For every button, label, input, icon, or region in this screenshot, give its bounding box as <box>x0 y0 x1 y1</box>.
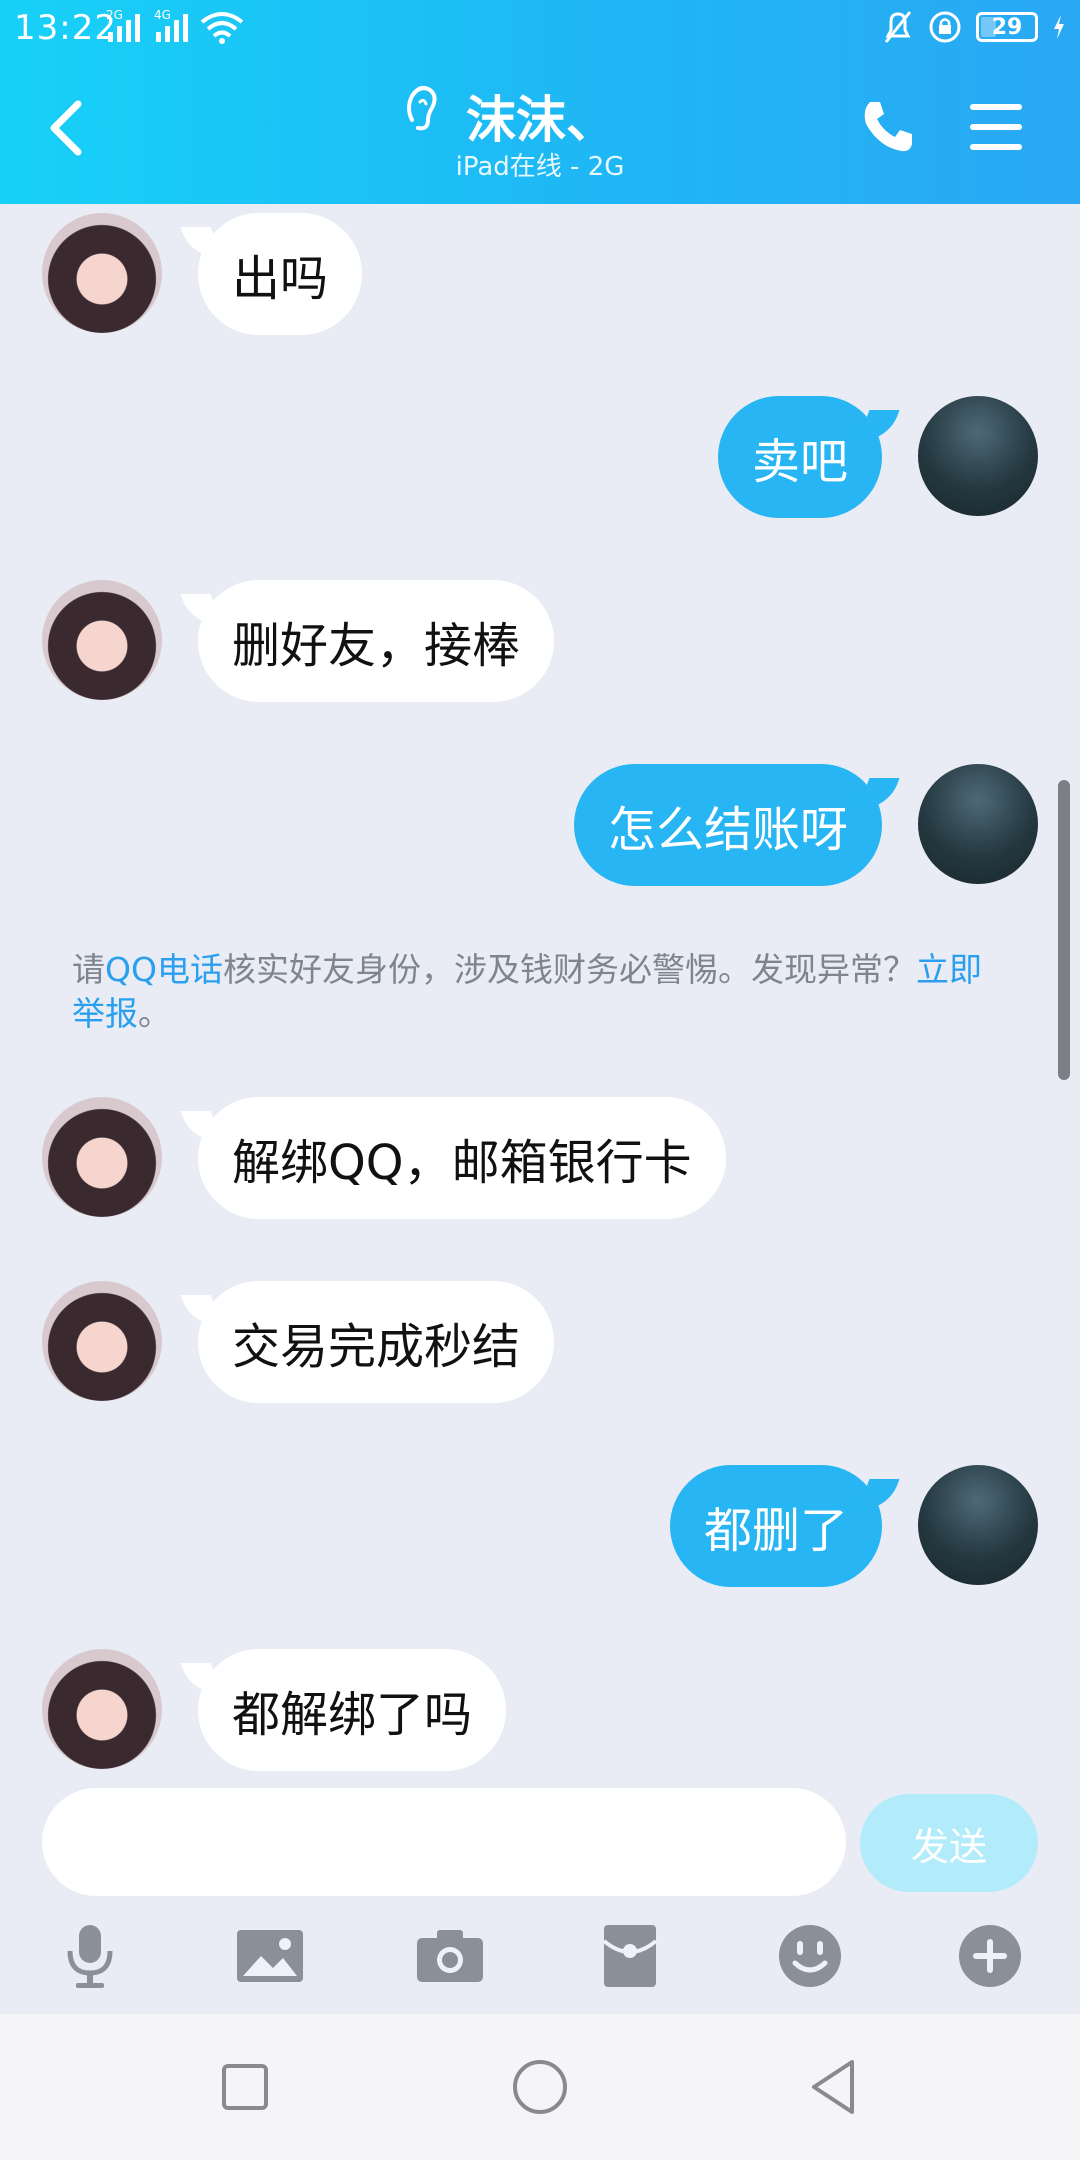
contact-avatar[interactable] <box>42 580 162 700</box>
contact-avatar[interactable] <box>42 1281 162 1401</box>
outgoing-message[interactable]: 怎么结账呀 <box>573 764 882 886</box>
message-list[interactable]: 出吗 卖吧 删好友，接棒 怎么结账呀 请QQ电话核实好友身份，涉及钱财务必警惕。… <box>0 204 1080 1774</box>
red-packet-icon[interactable] <box>590 1916 670 1996</box>
contact-name[interactable]: 沫沫、 <box>466 80 616 152</box>
microphone-icon[interactable] <box>50 1916 130 1996</box>
charging-icon <box>1054 15 1064 39</box>
camera-icon[interactable] <box>410 1916 490 1996</box>
scrollbar[interactable] <box>1058 780 1070 1080</box>
my-avatar[interactable] <box>918 396 1038 516</box>
home-button[interactable] <box>505 2052 575 2122</box>
emoji-icon[interactable] <box>770 1916 850 1996</box>
incoming-message[interactable]: 出吗 <box>198 213 363 335</box>
menu-button[interactable] <box>966 100 1026 154</box>
wifi-icon <box>200 12 244 44</box>
incoming-message[interactable]: 解绑QQ，邮箱银行卡 <box>198 1097 726 1219</box>
my-avatar[interactable] <box>918 1465 1038 1585</box>
message-input[interactable] <box>42 1788 846 1896</box>
incoming-message[interactable]: 都解绑了吗 <box>198 1649 507 1771</box>
qq-call-link[interactable]: QQ电话 <box>105 950 223 989</box>
incoming-message[interactable]: 交易完成秒结 <box>198 1281 555 1403</box>
status-bar: 13:22 2G 4G 29 <box>0 0 1080 58</box>
online-status: iPad在线 - 2G <box>455 152 625 182</box>
outgoing-message[interactable]: 卖吧 <box>717 396 882 518</box>
contact-avatar[interactable] <box>42 213 162 333</box>
contact-avatar[interactable] <box>42 1097 162 1217</box>
plus-icon[interactable] <box>950 1916 1030 1996</box>
signal-4g-icon: 4G <box>154 8 188 42</box>
my-avatar[interactable] <box>918 764 1038 884</box>
input-toolbar <box>0 1916 1080 2006</box>
earpiece-mode-icon[interactable] <box>398 80 444 134</box>
recent-apps-button[interactable] <box>210 2052 280 2122</box>
phone-call-button[interactable] <box>858 96 918 156</box>
outgoing-message[interactable]: 都删了 <box>669 1465 882 1587</box>
battery-icon: 29 <box>976 12 1038 42</box>
input-area: 发送 <box>0 1774 1080 2014</box>
incoming-message[interactable]: 删好友，接棒 <box>198 580 555 702</box>
send-button[interactable]: 发送 <box>860 1794 1038 1892</box>
mute-bell-icon <box>884 11 912 43</box>
back-nav-button[interactable] <box>800 2052 870 2122</box>
chat-header: 13:22 2G 4G 29 沫沫、 iPad在线 - 2G <box>0 0 1080 204</box>
image-icon[interactable] <box>230 1916 310 1996</box>
contact-avatar[interactable] <box>42 1649 162 1769</box>
system-nav-bar <box>0 2014 1080 2160</box>
signal-2g-icon: 2G <box>106 8 140 42</box>
status-time: 13:22 <box>14 8 117 48</box>
safety-notice: 请QQ电话核实好友身份，涉及钱财务必警惕。发现异常？立即举报。 <box>72 950 982 1033</box>
lock-rotation-icon <box>929 11 961 43</box>
